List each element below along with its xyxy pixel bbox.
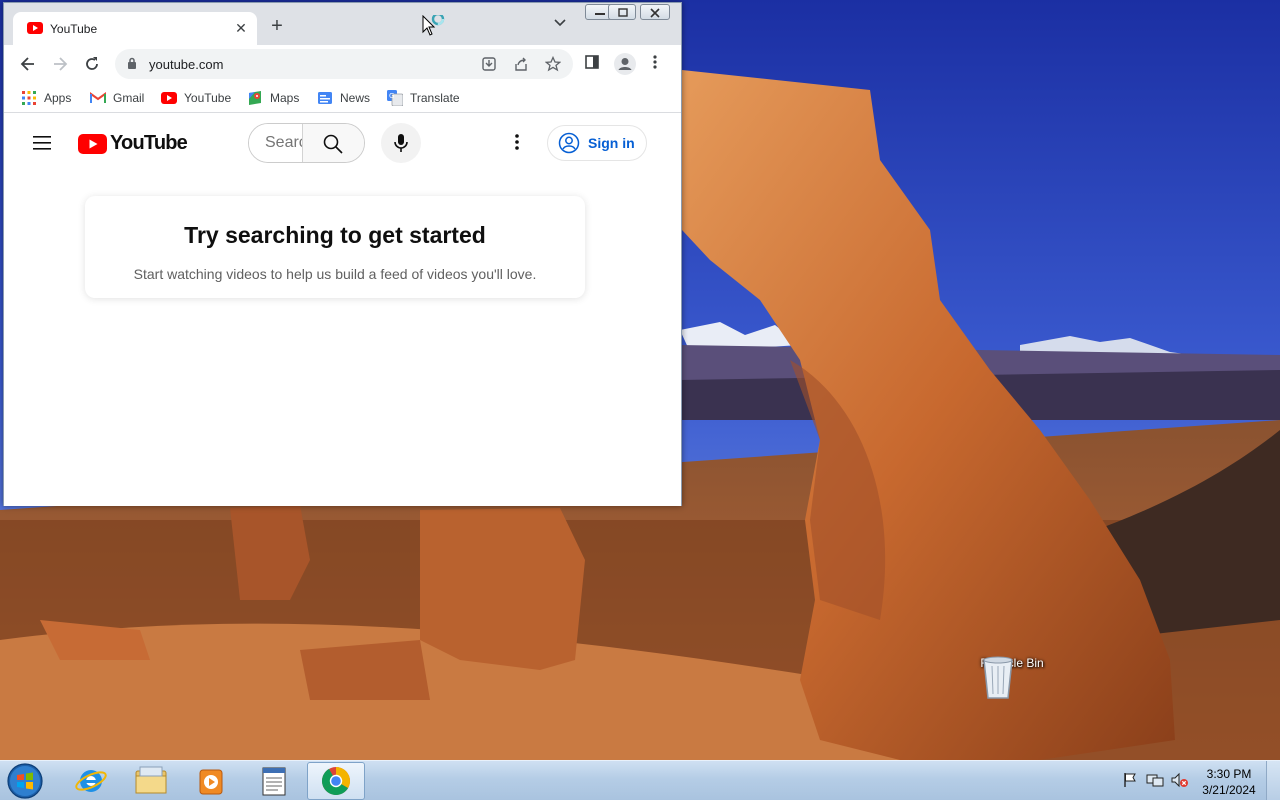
notepad-icon [262,767,286,796]
apps-grid-icon [21,90,37,106]
busy-cursor-icon [422,15,445,36]
sign-in-label: Sign in [588,135,635,151]
side-panel-icon[interactable] [584,54,600,70]
clock-date: 3/21/2024 [1202,783,1256,797]
microphone-icon [394,134,408,152]
profile-avatar-icon[interactable] [614,53,636,75]
search-icon [323,134,343,154]
recycle-bin-icon [983,656,1013,699]
gmail-icon [90,90,106,106]
internet-explorer-icon [75,770,107,792]
restore-icon [618,8,628,17]
empty-feed-title: Try searching to get started [184,222,486,248]
youtube-page: YouTube Search Sign in Try searching to … [4,114,681,506]
sign-in-button[interactable]: Sign in [547,125,647,161]
settings-kebab-icon[interactable] [514,133,520,151]
bookmark-gmail[interactable]: Gmail [90,90,144,106]
recycle-bin-shortcut[interactable]: Recycle Bin [978,654,1046,699]
bookmark-news[interactable]: News [317,90,370,106]
maps-icon [247,90,263,106]
svg-text:G: G [389,92,394,100]
bookmark-apps[interactable]: Apps [21,90,71,106]
empty-feed-card: Try searching to get started Start watch… [85,196,585,298]
windows-start-icon [7,763,43,799]
taskbar-internet-explorer[interactable] [62,762,120,800]
tab-search-chevron-icon[interactable] [554,19,566,27]
network-icon[interactable] [1146,772,1164,788]
new-tab-button[interactable]: + [267,16,287,37]
youtube-logo[interactable]: YouTube [78,132,188,155]
install-app-icon[interactable] [481,56,497,72]
reload-icon[interactable] [82,54,102,74]
volume-muted-icon[interactable] [1171,772,1189,788]
chrome-menu-icon[interactable] [652,54,658,70]
bookmark-apps-label: Apps [44,91,72,105]
bookmark-news-label: News [340,91,371,105]
show-desktop-button[interactable] [1266,761,1280,800]
forward-arrow-icon[interactable] [50,54,70,74]
browser-toolbar: youtube.com [4,45,681,83]
tab-youtube[interactable]: YouTube ✕ [13,12,257,45]
news-icon [317,90,333,106]
bookmarks-bar: Apps Gmail YouTube Maps News G Translate [4,83,681,113]
account-circle-icon [558,132,580,154]
bookmark-star-icon[interactable] [545,56,561,72]
tab-strip: YouTube ✕ + [4,3,681,45]
taskbar-media-player[interactable] [182,762,240,800]
tab-title: YouTube [50,22,98,36]
search-box[interactable] [248,123,365,163]
chrome-icon [322,767,350,795]
chrome-window: YouTube ✕ + youtube.com Apps Gmail YouTu… [3,2,682,506]
bookmark-translate-label: Translate [410,91,460,105]
search-input[interactable] [249,124,303,162]
share-icon[interactable] [513,56,529,72]
translate-icon: G [387,90,403,106]
taskbar-chrome[interactable] [307,762,365,800]
bookmark-translate[interactable]: G Translate [387,90,460,106]
address-url: youtube.com [149,57,224,72]
close-icon [650,8,660,18]
media-player-icon [199,769,223,795]
taskbar: 3:30 PM 3/21/2024 [0,760,1280,800]
close-window-button[interactable] [640,4,670,20]
restore-button[interactable] [608,4,636,20]
clock-time: 3:30 PM [1206,767,1252,781]
action-center-flag-icon[interactable] [1122,772,1138,788]
taskbar-file-explorer[interactable] [122,762,180,800]
bookmark-gmail-label: Gmail [113,91,145,105]
youtube-logo-text: YouTube [110,132,188,154]
bookmark-maps[interactable]: Maps [247,90,299,106]
back-arrow-icon[interactable] [18,54,38,74]
lock-icon[interactable] [127,57,137,70]
youtube-favicon [161,90,177,106]
bookmark-youtube[interactable]: YouTube [161,90,231,106]
tab-close-icon[interactable]: ✕ [233,20,249,36]
bookmark-maps-label: Maps [270,91,300,105]
taskbar-notepad[interactable] [245,762,303,800]
guide-menu-icon[interactable] [32,135,52,151]
address-bar[interactable]: youtube.com [115,49,573,79]
bookmark-youtube-label: YouTube [184,91,232,105]
youtube-favicon [27,22,43,34]
voice-search-button[interactable] [381,123,421,163]
system-clock[interactable]: 3:30 PM 3/21/2024 [1196,766,1262,798]
minimize-icon [595,13,605,15]
search-button[interactable] [302,124,364,162]
youtube-logo-icon [78,133,107,154]
file-explorer-icon [135,766,167,794]
start-button[interactable] [6,762,46,800]
empty-feed-subtitle: Start watching videos to help us build a… [133,266,537,282]
